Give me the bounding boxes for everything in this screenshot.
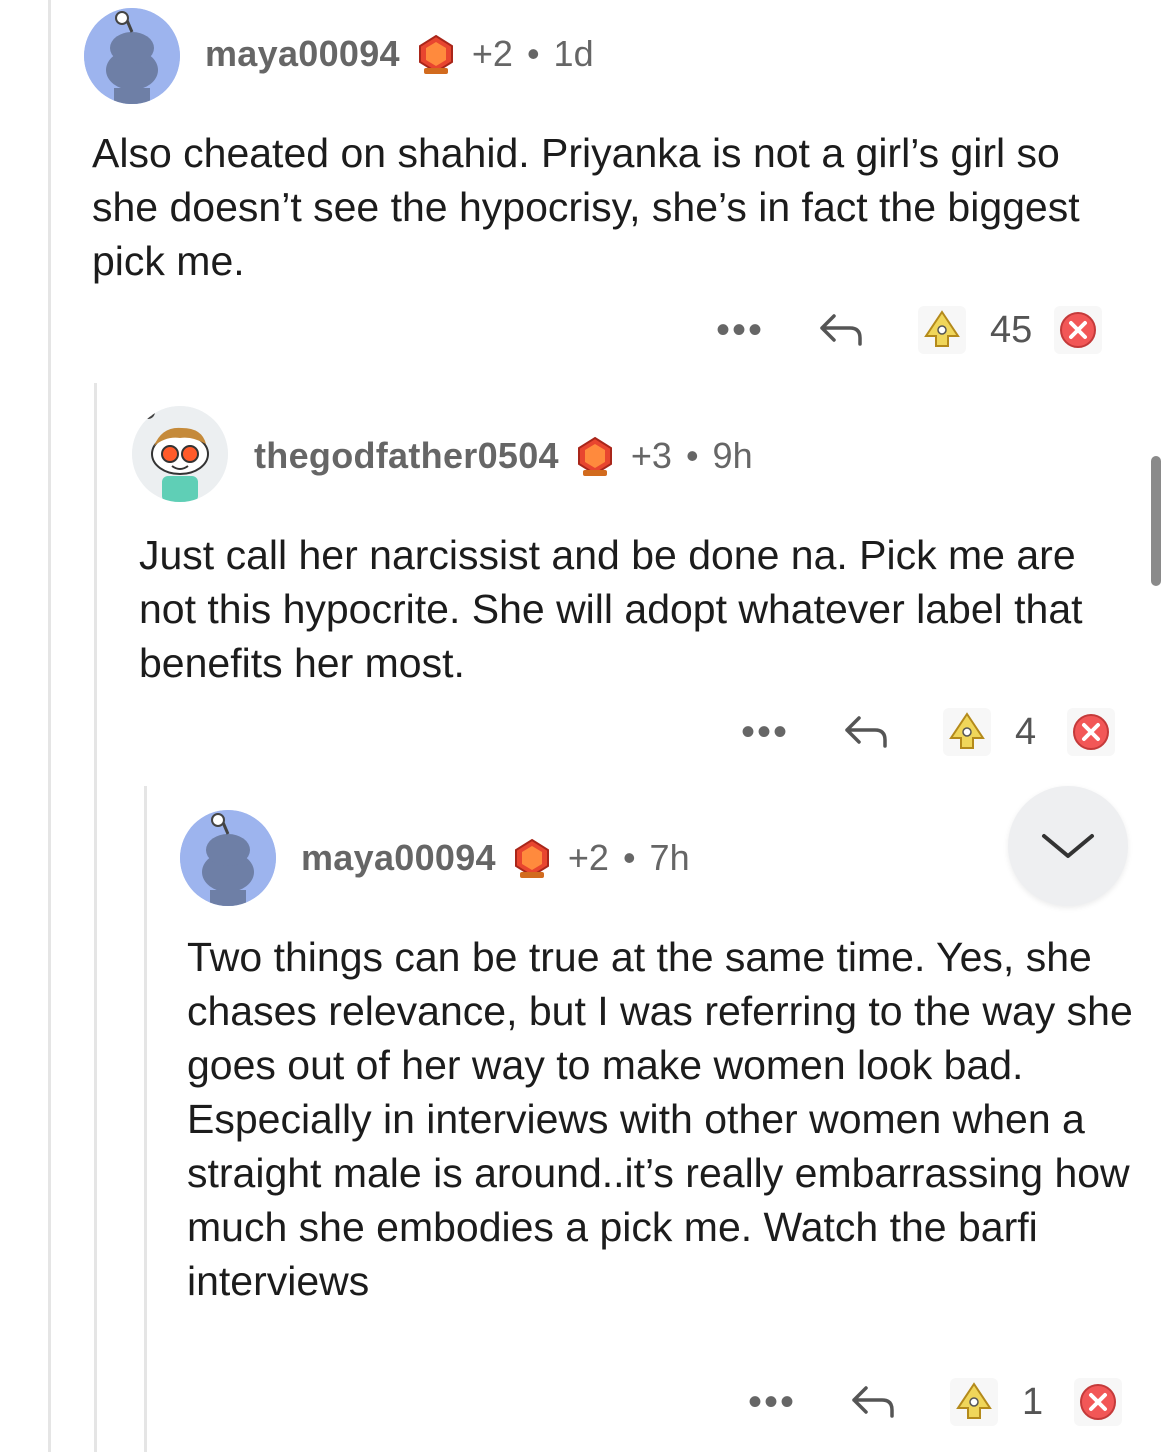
avatar[interactable] (84, 8, 180, 104)
karma-count: +2 (471, 33, 513, 74)
comment-age: 9h (712, 435, 753, 476)
comment-header: maya00094 +2 • 7h (301, 828, 690, 888)
username[interactable]: maya00094 (205, 33, 400, 75)
award-gem-icon[interactable] (510, 836, 554, 880)
comment-age: 7h (649, 837, 690, 878)
vote-score: 4 (1015, 710, 1037, 753)
downvote-icon[interactable] (1067, 708, 1116, 756)
separator-dot: • (622, 837, 636, 878)
chevron-down-icon (1042, 834, 1094, 858)
comment-body: Just call her narcissist and be done na.… (139, 532, 1083, 686)
karma-count: +3 (630, 435, 672, 476)
snoo-avatar-icon (84, 8, 180, 104)
comment-actions: ••• 4 (741, 702, 1116, 762)
upvote-icon[interactable] (918, 306, 967, 354)
vote-score: 1 (1022, 1380, 1044, 1423)
username[interactable]: thegodfather0504 (254, 435, 559, 477)
thread-line-level-1[interactable] (48, 0, 51, 1452)
reply-arrow-icon[interactable] (816, 310, 866, 350)
more-options-button[interactable]: ••• (741, 712, 789, 752)
award-gem-icon[interactable] (573, 434, 617, 478)
vote-score: 45 (990, 308, 1033, 351)
snoo-glasses-avatar-icon (132, 406, 228, 502)
comment-body: Two things can be true at the same time.… (187, 934, 1133, 1304)
avatar[interactable] (132, 406, 228, 502)
upvote-icon[interactable] (943, 708, 992, 756)
collapse-thread-button[interactable] (1008, 786, 1128, 906)
comment-age: 1d (553, 33, 594, 74)
award-gem-icon[interactable] (414, 32, 458, 76)
separator-dot: • (526, 33, 540, 74)
comment-actions: ••• 1 (748, 1372, 1123, 1432)
more-options-button[interactable]: ••• (716, 310, 764, 350)
scrollbar[interactable] (1151, 456, 1161, 586)
comment-header: maya00094 +2 • 1d (205, 24, 594, 84)
comment-body: Also cheated on shahid. Priyanka is not … (92, 130, 1080, 284)
username[interactable]: maya00094 (301, 837, 496, 879)
reply-arrow-icon[interactable] (848, 1382, 898, 1422)
upvote-icon[interactable] (950, 1378, 999, 1426)
snoo-avatar-icon (180, 810, 276, 906)
comment-actions: ••• 45 (716, 300, 1103, 360)
reply-arrow-icon[interactable] (841, 712, 891, 752)
downvote-icon[interactable] (1054, 306, 1103, 354)
comment-header: thegodfather0504 +3 • 9h (254, 426, 753, 486)
karma-count: +2 (567, 837, 609, 878)
more-options-button[interactable]: ••• (748, 1382, 796, 1422)
separator-dot: • (685, 435, 699, 476)
avatar[interactable] (180, 810, 276, 906)
thread-line-level-3[interactable] (144, 786, 147, 1452)
downvote-icon[interactable] (1074, 1378, 1123, 1426)
thread-line-level-2[interactable] (94, 383, 97, 1452)
